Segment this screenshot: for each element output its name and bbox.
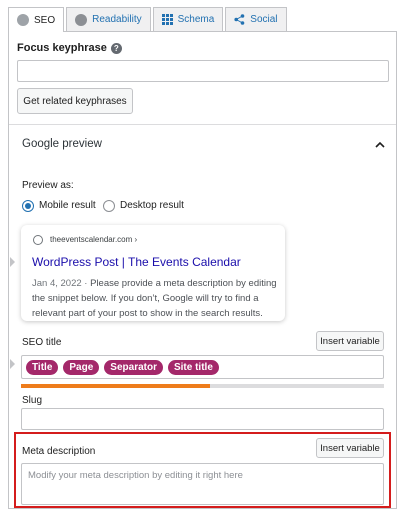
tab-seo[interactable]: SEO [8, 7, 65, 32]
tab-readability[interactable]: Readability [66, 7, 151, 31]
snippet-description-wrap: Jan 4, 2022 · Please provide a meta desc… [32, 276, 277, 321]
tab-seo-label: SEO [34, 14, 56, 26]
snippet-url: theeventscalendar.com › [50, 235, 138, 244]
chevron-up-icon[interactable] [375, 141, 385, 148]
tab-readability-label: Readability [92, 14, 142, 25]
mobile-result-label: Mobile result [39, 200, 96, 211]
desktop-result-radio[interactable] [103, 200, 115, 212]
focus-keyphrase-input[interactable] [17, 60, 389, 82]
google-snippet-preview[interactable]: theeventscalendar.com › WordPress Post |… [21, 225, 285, 321]
desktop-result-label: Desktop result [120, 200, 184, 211]
tab-schema-label: Schema [177, 14, 215, 25]
snippet-title: WordPress Post | The Events Calendar [32, 255, 241, 269]
get-related-keyphrases-button[interactable]: Get related keyphrases [17, 88, 133, 114]
snippet-arrow-icon [10, 257, 15, 267]
google-preview-heading: Google preview [22, 138, 102, 150]
variable-chip[interactable]: Separator [104, 359, 163, 375]
slug-input[interactable] [21, 408, 384, 430]
tab-social-label: Social [250, 14, 278, 25]
globe-icon [33, 235, 43, 245]
snippet-separator: · [81, 278, 91, 289]
variable-chip[interactable]: Page [63, 359, 100, 375]
seo-title-progress [21, 384, 384, 388]
variable-chip[interactable]: Title [26, 359, 59, 375]
seo-title-input[interactable]: Title Page Separator Site title [21, 355, 384, 379]
meta-description-highlight [14, 432, 391, 508]
seo-title-insert-variable-button[interactable]: Insert variable [316, 331, 384, 351]
seo-title-progress-fill [21, 384, 210, 388]
preview-as-label: Preview as: [22, 180, 74, 191]
readability-dot-icon [75, 13, 88, 26]
focus-keyphrase-label: Focus keyphrase [17, 42, 107, 54]
seo-dot-icon [17, 14, 29, 26]
snippet-date: Jan 4, 2022 [32, 278, 82, 289]
focus-keyphrase-label-wrap: Focus keyphrase? [17, 42, 122, 54]
section-divider [9, 124, 396, 125]
help-icon[interactable]: ? [110, 42, 122, 54]
metabox-tabs: SEO Readability Schema Social [8, 7, 287, 32]
tab-schema[interactable]: Schema [152, 7, 224, 31]
seo-title-arrow-icon [10, 359, 15, 369]
slug-label: Slug [22, 395, 43, 406]
schema-grid-icon [161, 14, 173, 25]
mobile-result-radio[interactable] [22, 200, 34, 212]
seo-title-label: SEO title [22, 337, 62, 348]
share-icon [234, 14, 245, 25]
variable-chip[interactable]: Site title [167, 359, 219, 375]
tab-social[interactable]: Social [225, 7, 287, 31]
